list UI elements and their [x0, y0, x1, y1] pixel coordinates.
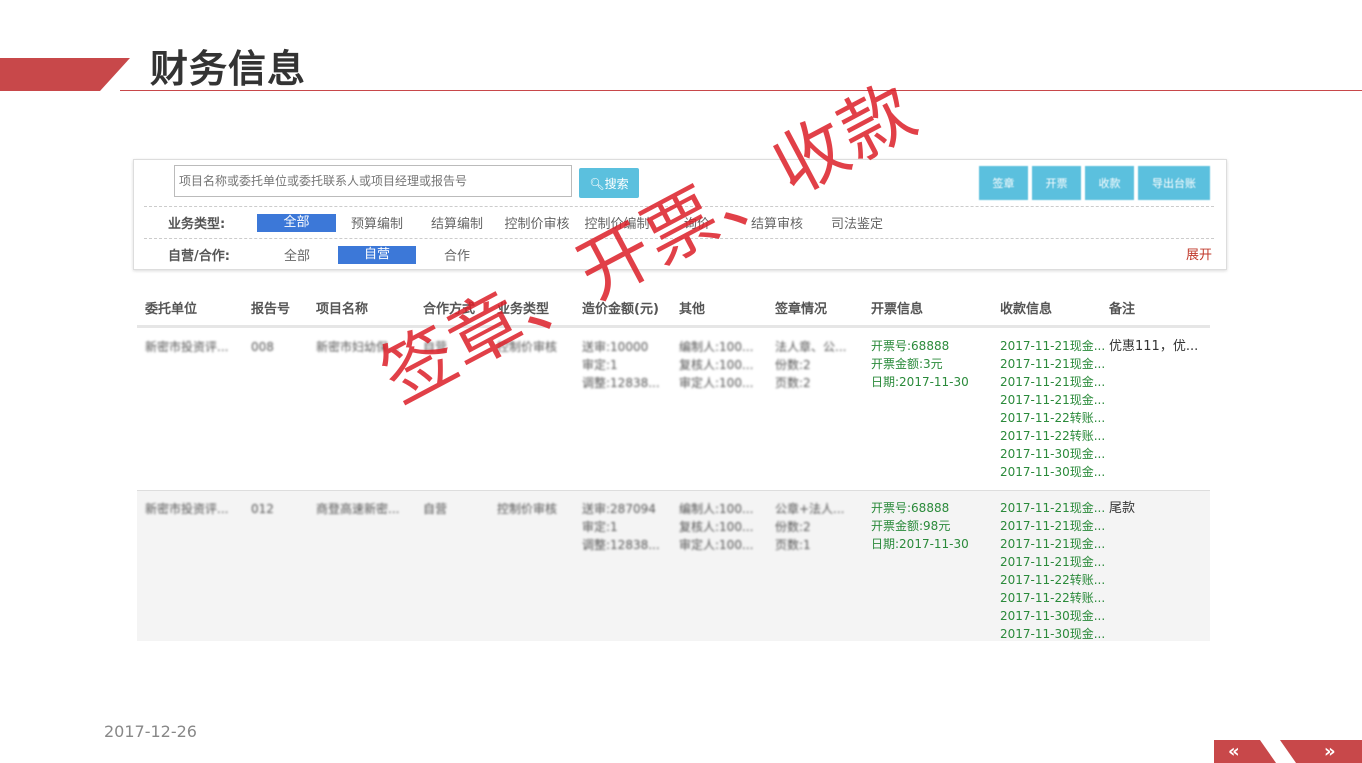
other-line: 审定人:100... [679, 538, 754, 552]
payment-line: 2017-11-30现金... [1000, 447, 1106, 461]
other-line: 编制人:100... [679, 340, 754, 354]
col-header-payment: 收款信息 [1000, 302, 1053, 317]
operation-label: 自营/合作: [168, 249, 230, 264]
filter-biz-budget[interactable]: 预算编制 [337, 213, 417, 232]
invoice-line: 开票金额:98元 [871, 519, 951, 533]
cell-amount: 送审:10000 审定:1 调整:12838... [582, 338, 660, 392]
payment-line: 2017-11-21现金... [1000, 339, 1106, 353]
seal-line: 公章+法人... [775, 502, 845, 516]
other-line: 编制人:100... [679, 502, 754, 516]
amount-line: 调整:12838... [582, 538, 660, 552]
cell-invoice: 开票号:68888 开票金额:98元 日期:2017-11-30 [871, 499, 969, 553]
cell-payment: 2017-11-21现金... 2017-11-21现金... 2017-11-… [1000, 499, 1105, 640]
cell-report-no: 012 [251, 502, 274, 516]
payment-line: 2017-11-22转账... [1000, 411, 1106, 425]
filter-biz-settlement[interactable]: 结算编制 [417, 213, 497, 232]
cell-biz-type: 控制价审核 [497, 502, 558, 516]
cell-remark: 优惠111，优... [1109, 339, 1199, 354]
cell-project: 商登高速新密... [316, 502, 400, 516]
seal-line: 份数:2 [775, 358, 811, 372]
cell-invoice: 开票号:68888 开票金额:3元 日期:2017-11-30 [871, 337, 969, 391]
filter-biz-all[interactable]: 全部 [257, 214, 336, 232]
invoice-line: 开票金额:3元 [871, 357, 943, 371]
amount-line: 送审:10000 [582, 340, 649, 354]
cell-report-no: 008 [251, 340, 274, 354]
filter-biz-judicial[interactable]: 司法鉴定 [817, 213, 897, 232]
cell-other: 编制人:100... 复核人:100... 审定人:100... [679, 338, 753, 392]
amount-line: 审定:1 [582, 520, 618, 534]
next-arrow-icon[interactable]: » [1324, 741, 1336, 762]
search-icon: 🔍︎ [589, 176, 605, 191]
amount-line: 审定:1 [582, 358, 618, 372]
payment-line: 2017-11-21现金... [1000, 393, 1106, 407]
cell-payment: 2017-11-21现金... 2017-11-21现金... 2017-11-… [1000, 337, 1105, 481]
invoice-button[interactable]: 开票 [1032, 166, 1081, 200]
other-line: 复核人:100... [679, 358, 754, 372]
payment-line: 2017-11-30现金... [1000, 627, 1106, 640]
amount-line: 送审:287094 [582, 502, 656, 516]
col-header-other: 其他 [679, 302, 706, 317]
payment-line: 2017-11-30现金... [1000, 609, 1106, 623]
invoice-line: 开票号:68888 [871, 501, 950, 515]
header-red-band [0, 58, 100, 91]
table-header-rule [137, 325, 1210, 328]
expand-link[interactable]: 展开 [1186, 244, 1212, 263]
payment-line: 2017-11-21现金... [1000, 357, 1106, 371]
payment-line: 2017-11-21现金... [1000, 501, 1106, 515]
business-type-label: 业务类型: [168, 217, 226, 232]
col-header-seal: 签章情况 [775, 302, 828, 317]
payment-line: 2017-11-21现金... [1000, 537, 1106, 551]
payment-line: 2017-11-30现金... [1000, 465, 1106, 479]
seal-line: 页数:1 [775, 538, 811, 552]
cell-amount: 送审:287094 审定:1 调整:12838... [582, 500, 660, 554]
other-line: 审定人:100... [679, 376, 754, 390]
filter-op-self[interactable]: 自营 [338, 246, 416, 264]
seal-line: 页数:2 [775, 376, 811, 390]
seal-line: 份数:2 [775, 520, 811, 534]
filter-op-coop[interactable]: 合作 [417, 245, 497, 264]
prev-arrow-icon[interactable]: « [1228, 741, 1240, 762]
invoice-line: 日期:2017-11-30 [871, 375, 969, 389]
payment-line: 2017-11-22转账... [1000, 573, 1106, 587]
payment-line: 2017-11-22转账... [1000, 591, 1106, 605]
invoice-line: 开票号:68888 [871, 339, 950, 353]
page-title: 财务信息 [150, 47, 307, 91]
payment-line: 2017-11-21现金... [1000, 555, 1106, 569]
cell-seal: 法人章、公... 份数:2 页数:2 [775, 338, 846, 392]
col-header-client: 委托单位 [145, 302, 198, 317]
cell-client: 新密市投资评... [145, 502, 229, 516]
payment-line: 2017-11-21现金... [1000, 519, 1106, 533]
cell-coop: 自营 [423, 502, 448, 516]
invoice-line: 日期:2017-11-30 [871, 537, 969, 551]
header-red-band-edge [100, 58, 130, 91]
col-header-project: 项目名称 [316, 302, 369, 317]
cell-other: 编制人:100... 复核人:100... 审定人:100... [679, 500, 753, 554]
slide-date: 2017-12-26 [104, 722, 197, 741]
search-input[interactable] [174, 165, 572, 197]
col-header-invoice: 开票信息 [871, 302, 924, 317]
payment-button[interactable]: 收款 [1085, 166, 1134, 200]
export-ledger-button[interactable]: 导出台账 [1138, 166, 1210, 200]
col-header-report-no: 报告号 [251, 302, 291, 317]
header-rule [120, 90, 1362, 91]
filter-op-all[interactable]: 全部 [257, 245, 337, 264]
cell-remark: 尾款 [1109, 501, 1136, 516]
seal-line: 法人章、公... [775, 340, 847, 354]
other-line: 复核人:100... [679, 520, 754, 534]
col-header-remark: 备注 [1109, 302, 1136, 317]
cell-seal: 公章+法人... 份数:2 页数:1 [775, 500, 845, 554]
payment-line: 2017-11-22转账... [1000, 429, 1106, 443]
amount-line: 调整:12838... [582, 376, 660, 390]
cell-client: 新密市投资评... [145, 340, 229, 354]
seal-button[interactable]: 签章 [979, 166, 1028, 200]
payment-line: 2017-11-21现金... [1000, 375, 1106, 389]
